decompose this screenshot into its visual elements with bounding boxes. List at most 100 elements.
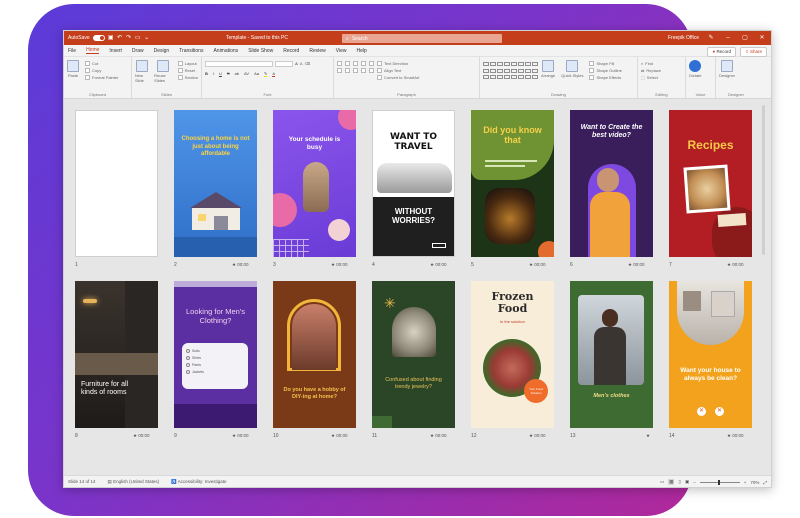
- accessibility-indicator[interactable]: ♿ Accessibility: Investigate: [171, 479, 226, 485]
- slide-thumbnail-12[interactable]: Frozen Food in the solution Your Food So…: [471, 281, 554, 428]
- align-center-icon[interactable]: [345, 68, 350, 73]
- normal-view-icon[interactable]: ▭: [660, 479, 664, 485]
- slide-thumbnail-2[interactable]: Choosing a home is not just about being …: [174, 110, 257, 257]
- format-painter-button[interactable]: Format Painter: [85, 74, 118, 81]
- bullets-icon[interactable]: [337, 61, 342, 66]
- increase-indent-icon[interactable]: [361, 61, 366, 66]
- layout-button[interactable]: Layout: [177, 60, 198, 67]
- decrease-indent-icon[interactable]: [353, 61, 358, 66]
- tab-slide-show[interactable]: Slide Show: [248, 48, 273, 54]
- line-spacing-icon[interactable]: [369, 61, 374, 66]
- slide-thumbnail-6[interactable]: Want to Create the best video?: [570, 110, 653, 257]
- slide-thumbnail-5[interactable]: Did you know that: [471, 110, 554, 257]
- section-button[interactable]: Section: [177, 74, 198, 81]
- language-indicator[interactable]: ▤ English (United States): [108, 479, 160, 485]
- tab-file[interactable]: File: [68, 48, 76, 54]
- slideshow-icon[interactable]: ▣: [685, 479, 689, 485]
- grow-font-icon[interactable]: A: [295, 61, 298, 66]
- reuse-slides-button[interactable]: Reuse Slides: [154, 60, 173, 83]
- shape-outline-button[interactable]: Shape Outline: [589, 67, 622, 74]
- underline-icon[interactable]: U: [219, 71, 222, 76]
- new-slide-button[interactable]: New Slide: [135, 60, 149, 83]
- shape-effects-button[interactable]: Shape Effects: [589, 74, 621, 81]
- convert-smartart-button[interactable]: Convert to SmartArt: [337, 74, 476, 81]
- present-icon[interactable]: ▭: [135, 35, 141, 41]
- slide-thumbnail-9[interactable]: Looking for Men's Clothing? Suits Shirts…: [174, 281, 257, 428]
- italic-icon[interactable]: I: [213, 71, 214, 76]
- dictate-button[interactable]: Dictate: [689, 60, 701, 78]
- redo-icon[interactable]: ↷: [126, 35, 132, 41]
- strike-icon[interactable]: S: [227, 71, 230, 76]
- zoom-out-icon[interactable]: –: [693, 480, 696, 485]
- zoom-in-icon[interactable]: +: [744, 480, 747, 485]
- document-title[interactable]: Template - Saved to this PC: [226, 35, 288, 41]
- vertical-scrollbar[interactable]: [762, 105, 765, 255]
- replace-button[interactable]: ⇄ Replace: [641, 67, 682, 74]
- slide-thumbnail-14[interactable]: Want your house to always be clean? ✕ ✕: [669, 281, 752, 428]
- find-button[interactable]: ⌕ Find: [641, 60, 682, 67]
- close-icon[interactable]: ✕: [757, 34, 767, 41]
- share-button[interactable]: ⇪ Share: [739, 47, 767, 57]
- bold-icon[interactable]: B: [205, 71, 208, 76]
- tab-review[interactable]: Review: [309, 48, 325, 54]
- pen-icon[interactable]: ✎: [706, 34, 716, 41]
- text-direction-button[interactable]: Text Direction: [377, 60, 408, 67]
- tab-help[interactable]: Help: [356, 48, 366, 54]
- tab-view[interactable]: View: [336, 48, 347, 54]
- customize-icon[interactable]: ⌄: [144, 35, 150, 41]
- case-icon[interactable]: Aa: [254, 71, 259, 76]
- slide-thumbnail-1[interactable]: [75, 110, 158, 257]
- tab-transitions[interactable]: Transitions: [179, 48, 203, 54]
- align-right-icon[interactable]: [353, 68, 358, 73]
- slide-thumbnail-7[interactable]: Recipes: [669, 110, 752, 257]
- paste-button[interactable]: Paste: [67, 60, 79, 81]
- reading-view-icon[interactable]: ▯: [678, 479, 680, 485]
- minimize-icon[interactable]: –: [723, 35, 733, 41]
- tab-design[interactable]: Design: [154, 48, 170, 54]
- copy-button[interactable]: Copy: [85, 67, 118, 74]
- highlight-icon[interactable]: ✎: [263, 71, 268, 77]
- cut-button[interactable]: Cut: [85, 60, 118, 67]
- shadow-icon[interactable]: ab: [235, 71, 239, 76]
- tab-animations[interactable]: Animations: [213, 48, 238, 54]
- slide-sorter-view-icon[interactable]: ▦: [668, 479, 675, 485]
- columns-icon[interactable]: [369, 68, 374, 73]
- reset-button[interactable]: Reset: [177, 67, 198, 74]
- tab-home[interactable]: Home: [86, 47, 100, 54]
- slide-thumbnail-4[interactable]: WANT TO TRAVEL WITHOUT WORRIES?: [372, 110, 455, 257]
- justify-icon[interactable]: [361, 68, 366, 73]
- font-name-field[interactable]: [205, 60, 273, 67]
- search-box[interactable]: ⌕ Search: [342, 34, 502, 43]
- align-text-button[interactable]: Align Text: [377, 67, 401, 74]
- arrange-button[interactable]: Arrange: [541, 60, 555, 81]
- select-button[interactable]: ⬚ Select: [641, 74, 682, 81]
- numbering-icon[interactable]: [345, 61, 350, 66]
- tab-draw[interactable]: Draw: [132, 48, 144, 54]
- slide-thumbnail-3[interactable]: Your schedule is busy: [273, 110, 356, 257]
- slide-thumbnail-13[interactable]: Men's clothes: [570, 281, 653, 428]
- record-button[interactable]: ● Record: [707, 47, 736, 57]
- slide-thumbnail-11[interactable]: ✳ Confused about finding trendy jewelry?: [372, 281, 455, 428]
- tab-record[interactable]: Record: [283, 48, 299, 54]
- font-color-icon[interactable]: A: [272, 71, 276, 77]
- spacing-icon[interactable]: AV: [244, 71, 249, 76]
- shrink-font-icon[interactable]: A: [300, 61, 303, 66]
- clear-format-icon[interactable]: ⌫: [305, 61, 311, 66]
- save-icon[interactable]: ▣: [108, 35, 114, 41]
- align-left-icon[interactable]: [337, 68, 342, 73]
- quick-styles-button[interactable]: Quick Styles: [561, 60, 583, 81]
- fit-to-window-icon[interactable]: ⤢: [763, 480, 767, 485]
- slide-thumbnail-10[interactable]: Do you have a hobby of DIY-ing at home?: [273, 281, 356, 428]
- shape-fill-button[interactable]: Shape Fill: [589, 60, 621, 67]
- tab-insert[interactable]: Insert: [109, 48, 122, 54]
- zoom-slider[interactable]: [699, 479, 740, 485]
- account-name[interactable]: Freepik Office: [668, 35, 699, 41]
- autosave-toggle[interactable]: [92, 35, 105, 41]
- undo-icon[interactable]: ↶: [117, 35, 123, 41]
- designer-button[interactable]: Designer: [719, 60, 735, 78]
- font-size-field[interactable]: [275, 60, 293, 67]
- shapes-gallery[interactable]: [483, 62, 538, 81]
- maximize-icon[interactable]: ▢: [740, 34, 750, 41]
- zoom-level[interactable]: 70%: [750, 480, 759, 485]
- slide-thumbnail-8[interactable]: Furniture for all kinds of rooms: [75, 281, 158, 428]
